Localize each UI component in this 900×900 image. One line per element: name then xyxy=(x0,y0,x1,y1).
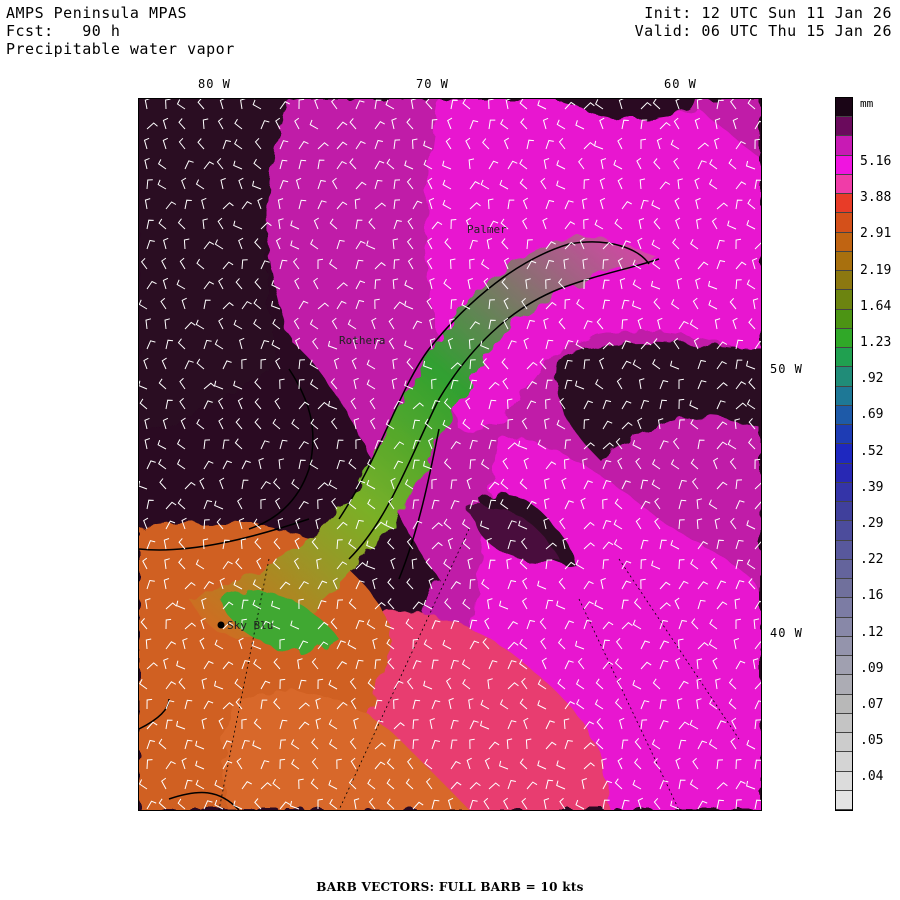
colorbar-cell xyxy=(836,636,852,657)
header-left: AMPS Peninsula MPAS Fcst: 90 h Precipitabl… xyxy=(6,4,235,58)
colorbar-cell xyxy=(836,771,852,791)
colorbar-cell xyxy=(836,540,852,560)
colorbar-cell xyxy=(836,482,852,503)
colorbar-cell xyxy=(836,656,852,676)
colorbar-cell xyxy=(836,790,852,810)
colorbar-cell xyxy=(836,521,852,541)
colorbar-cell xyxy=(836,675,852,695)
colorbar-cell xyxy=(836,290,852,310)
lon-label-70w: 70 W xyxy=(416,77,449,91)
colorbar-cell xyxy=(836,174,852,195)
colorbar-label: 2.91 xyxy=(860,226,892,242)
lon-label-80w: 80 W xyxy=(198,77,231,91)
header-right: Init: 12 UTC Sun 11 Jan 26 Valid: 06 UTC … xyxy=(635,4,892,40)
colorbar-label: .12 xyxy=(860,624,884,640)
colorbar-cell xyxy=(836,463,852,483)
colorbar-label: .52 xyxy=(860,443,884,459)
colorbar-cell xyxy=(836,194,852,214)
colorbar-cell xyxy=(836,348,852,368)
colorbar-cell xyxy=(836,579,852,599)
colorbar-cell xyxy=(836,309,852,329)
colorbar-cell xyxy=(836,617,852,637)
colorbar-cell xyxy=(836,328,852,349)
colorbar-label: .69 xyxy=(860,407,884,423)
colorbar-cell xyxy=(836,752,852,772)
init-time: Init: 12 UTC Sun 11 Jan 26 xyxy=(644,4,892,22)
colorbar-cell xyxy=(836,117,852,137)
colorbar-label: 3.88 xyxy=(860,190,892,206)
colorbar-unit: mm xyxy=(860,97,874,110)
colorbar-label: .04 xyxy=(860,769,884,785)
colorbar-cell xyxy=(836,213,852,233)
colorbar-label: 1.64 xyxy=(860,298,892,314)
colorbar xyxy=(835,97,853,811)
lon-label-60w: 60 W xyxy=(664,77,697,91)
colorbar-label: .16 xyxy=(860,588,884,604)
colorbar-cell xyxy=(836,271,852,291)
colorbar-cell xyxy=(836,98,852,118)
forecast-hour: Fcst: 90 h xyxy=(6,22,121,40)
station-marker-sky-blu[interactable] xyxy=(217,621,225,629)
colorbar-cell xyxy=(836,425,852,445)
colorbar-label: 2.19 xyxy=(860,262,892,278)
colorbar-label: .22 xyxy=(860,552,884,568)
valid-time: Valid: 06 UTC Thu 15 Jan 26 xyxy=(634,22,892,40)
barb-legend: BARB VECTORS: FULL BARB = 10 kts xyxy=(316,880,584,894)
colorbar-label: .92 xyxy=(860,371,884,387)
colorbar-cell xyxy=(836,251,852,272)
map-canvas: Sky Blu Palmer Rothera xyxy=(139,99,761,810)
colorbar-label: .07 xyxy=(860,697,884,712)
colorbar-cell xyxy=(836,367,852,387)
colorbar-cell xyxy=(836,155,852,175)
colorbar-label: 5.16 xyxy=(860,154,892,169)
colorbar-cell xyxy=(836,444,852,464)
colorbar-cell xyxy=(836,694,852,714)
colorbar-cell xyxy=(836,598,852,618)
colorbar-cell xyxy=(836,559,852,580)
colorbar-label: .39 xyxy=(860,479,884,495)
colorbar-cell xyxy=(836,232,852,252)
colorbar-label: .05 xyxy=(860,733,884,749)
colorbar-label: .09 xyxy=(860,660,884,676)
place-label-palmer: Palmer xyxy=(467,223,507,236)
colorbar-cell xyxy=(836,136,852,156)
map-panel[interactable]: Sky Blu Palmer Rothera xyxy=(138,98,762,811)
colorbar-cell xyxy=(836,405,852,426)
place-label-sky-blu: Sky Blu xyxy=(227,619,273,632)
lat-label-40w: 40 W xyxy=(770,626,803,640)
lat-label-50w: 50 W xyxy=(770,362,803,376)
field-name: Precipitable water vapor xyxy=(6,40,235,58)
colorbar-cell xyxy=(836,733,852,753)
colorbar-cell xyxy=(836,713,852,734)
colorbar-cell xyxy=(836,386,852,406)
colorbar-cell xyxy=(836,502,852,522)
colorbar-label: .29 xyxy=(860,516,884,531)
place-label-rothera: Rothera xyxy=(339,334,385,347)
colorbar-label: 1.23 xyxy=(860,335,892,350)
model-title: AMPS Peninsula MPAS xyxy=(6,4,188,22)
